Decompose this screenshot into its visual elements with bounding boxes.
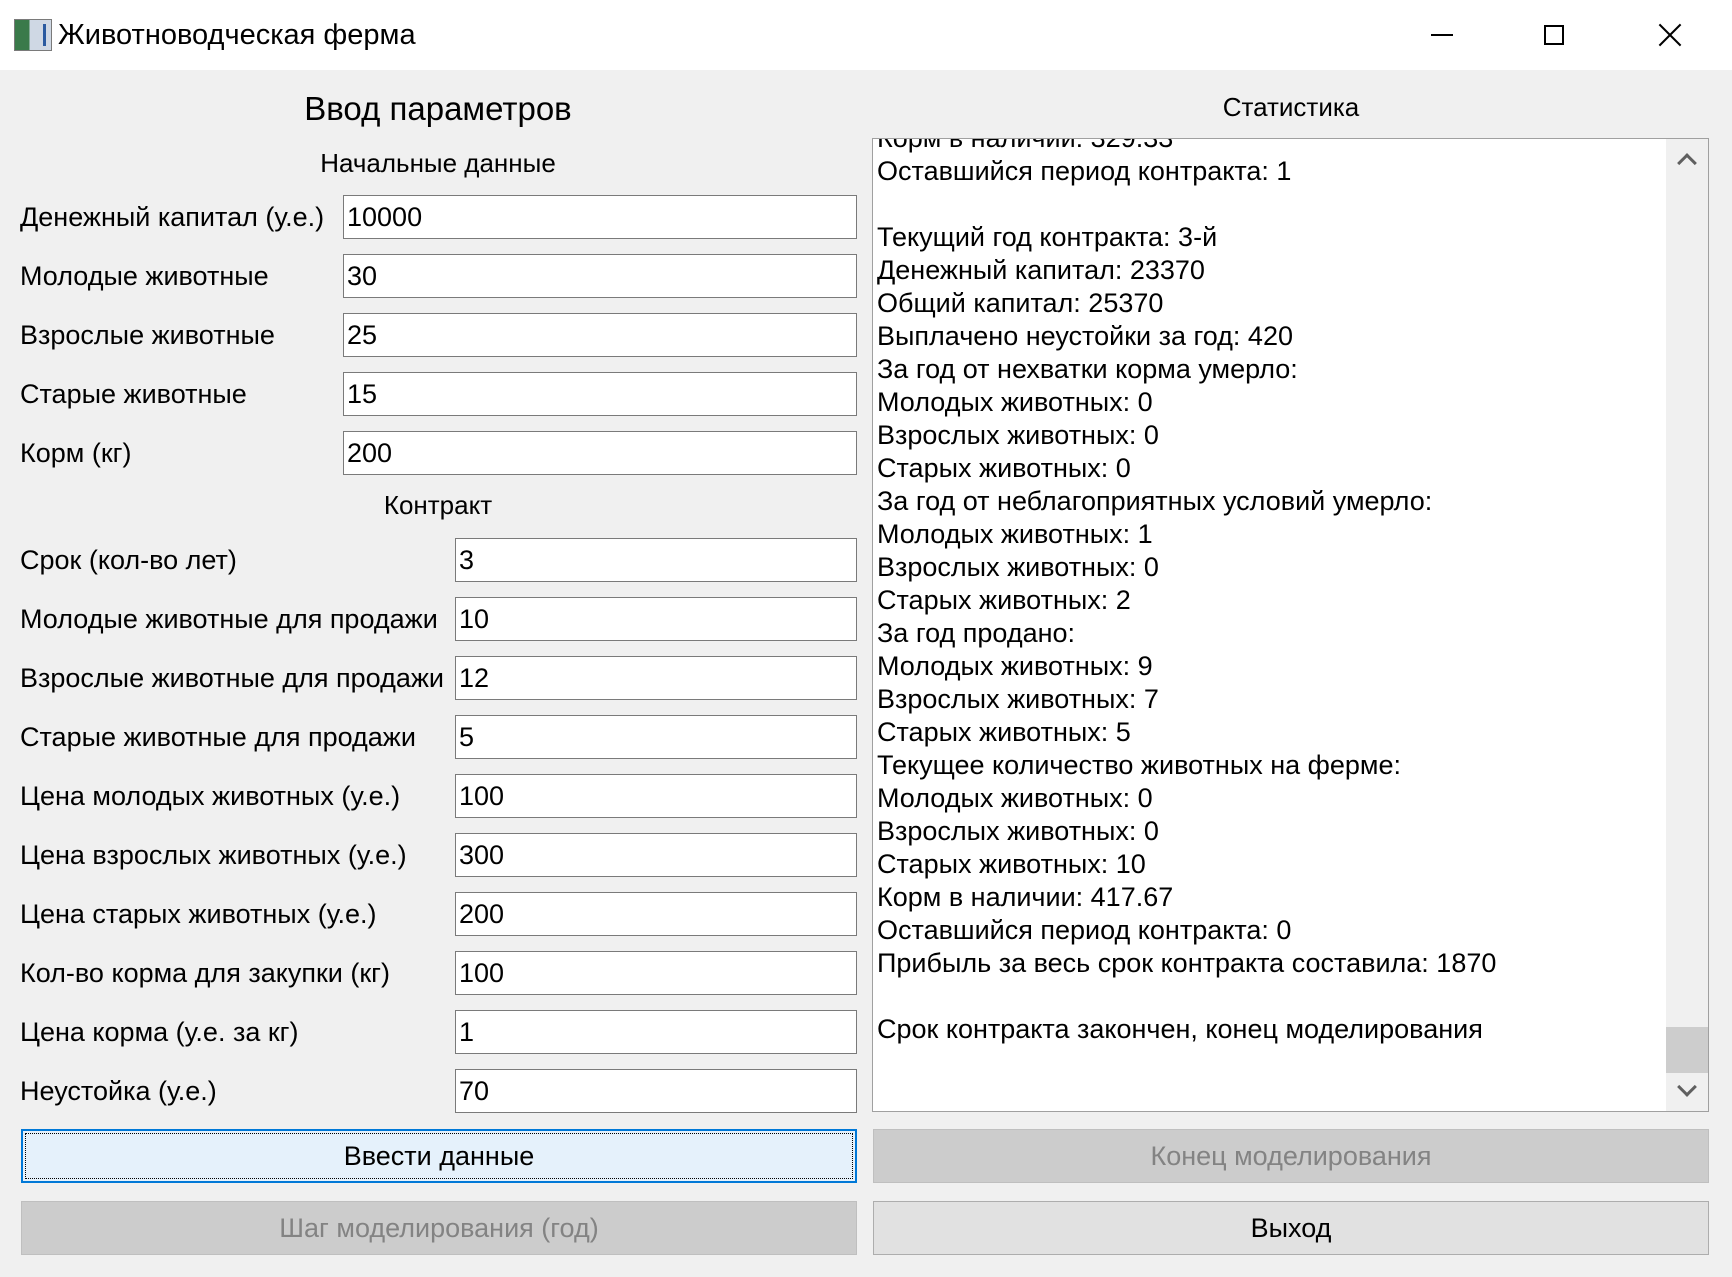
app-icon [14,19,52,51]
title-bar: Животноводческая ферма [0,0,1732,70]
close-icon [1658,23,1682,47]
scroll-down-button[interactable] [1666,1071,1708,1111]
close-button[interactable] [1614,0,1726,70]
old-sale-input[interactable]: 5 [455,715,857,759]
stats-scrollbar[interactable] [1666,139,1708,1111]
young-animals-input[interactable]: 30 [343,254,857,298]
simulation-step-button[interactable]: Шаг моделирования (год) [21,1201,857,1255]
stats-textbox[interactable]: Корм в наличии: 329.33 Оставшийся период… [872,138,1709,1112]
feed-price-input[interactable]: 1 [455,1010,857,1054]
old-animals-input[interactable]: 15 [343,372,857,416]
feed-price-label: Цена корма (у.е. за кг) [20,1017,299,1047]
old-price-label: Цена старых животных (у.е.) [20,899,377,929]
initial-data-title: Начальные данные [320,148,556,178]
term-label: Срок (кол-во лет) [20,545,237,575]
stats-text: Корм в наличии: 329.33 Оставшийся период… [877,138,1497,1044]
capital-label: Денежный капитал (у.е.) [20,202,325,232]
contract-title: Контракт [383,490,493,520]
adult-animals-input[interactable]: 25 [343,313,857,357]
window-title: Животноводческая ферма [58,19,416,51]
feed-purchase-label: Кол-во корма для закупки (кг) [20,958,390,988]
young-price-input[interactable]: 100 [455,774,857,818]
feed-label: Корм (кг) [20,438,132,468]
minimize-icon [1431,34,1453,36]
maximize-button[interactable] [1498,0,1610,70]
exit-button[interactable]: Выход [873,1201,1709,1255]
adult-sale-input[interactable]: 12 [455,656,857,700]
penalty-input[interactable]: 70 [455,1069,857,1113]
feed-purchase-input[interactable]: 100 [455,951,857,995]
adult-price-input[interactable]: 300 [455,833,857,877]
penalty-label: Неустойка (у.е.) [20,1076,217,1106]
minimize-button[interactable] [1386,0,1498,70]
young-sale-input[interactable]: 10 [455,597,857,641]
scroll-up-button[interactable] [1666,139,1708,179]
scroll-thumb[interactable] [1666,1027,1708,1073]
adult-animals-label: Взрослые животные [20,320,275,350]
old-animals-label: Старые животные [20,379,247,409]
chevron-down-icon [1677,1077,1697,1097]
adult-price-label: Цена взрослых животных (у.е.) [20,840,407,870]
young-sale-label: Молодые животные для продажи [20,604,438,634]
feed-input[interactable]: 200 [343,431,857,475]
stats-title: Статистика [1222,92,1360,122]
old-sale-label: Старые животные для продажи [20,722,416,752]
capital-input[interactable]: 10000 [343,195,857,239]
old-price-input[interactable]: 200 [455,892,857,936]
term-input[interactable]: 3 [455,538,857,582]
chevron-up-icon [1677,153,1697,173]
params-title: Ввод параметров [304,90,572,127]
adult-sale-label: Взрослые животные для продажи [20,663,445,693]
maximize-icon [1544,25,1564,45]
young-price-label: Цена молодых животных (у.е.) [20,781,401,811]
young-animals-label: Молодые животные [20,261,269,291]
end-simulation-button[interactable]: Конец моделирования [873,1129,1709,1183]
enter-data-button[interactable]: Ввести данные [21,1129,857,1183]
